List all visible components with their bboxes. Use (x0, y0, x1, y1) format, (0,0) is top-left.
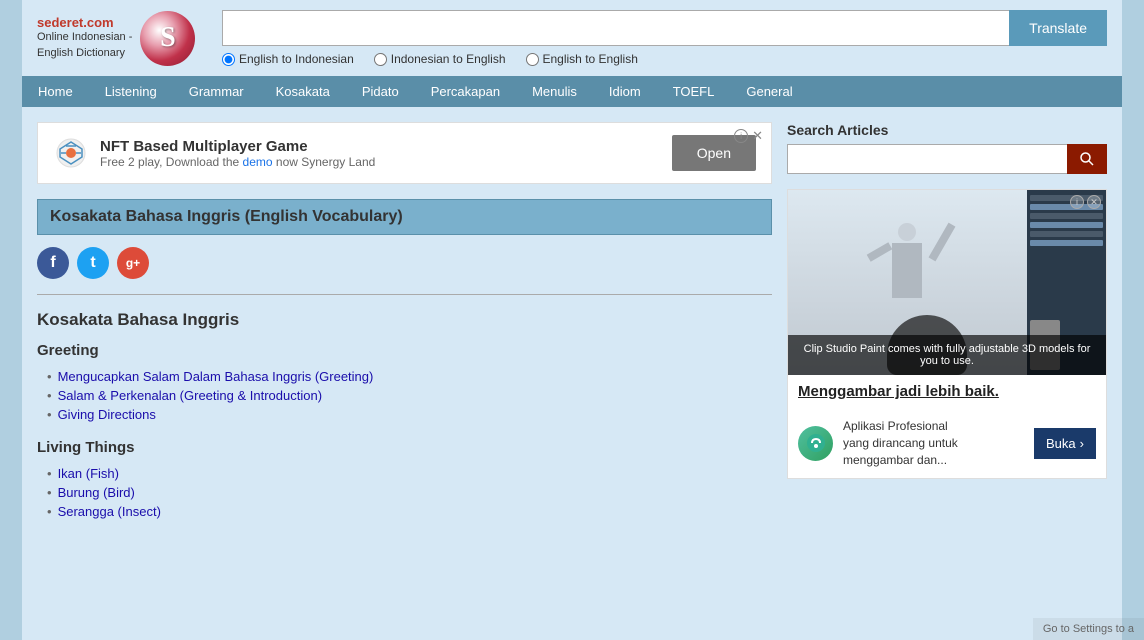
ad-text: NFT Based Multiplayer Game Free 2 play, … (100, 138, 660, 169)
right-ad-close-icon[interactable]: ✕ (1087, 195, 1101, 209)
right-ad-controls: i ✕ (1070, 195, 1101, 209)
ad-title: NFT Based Multiplayer Game (100, 138, 660, 155)
panel-line (1030, 240, 1104, 246)
nav-percakapan[interactable]: Percakapan (415, 76, 516, 107)
left-column: NFT Based Multiplayer Game Free 2 play, … (37, 122, 772, 536)
radio-indonesian-to-english[interactable]: Indonesian to English (374, 52, 506, 66)
nav-pidato[interactable]: Pidato (346, 76, 415, 107)
list-item: Burung (Bird) (47, 483, 772, 502)
figure-head (898, 223, 916, 241)
nav-kosakata[interactable]: Kosakata (260, 76, 346, 107)
search-area: Translate English to Indonesian Indonesi… (222, 10, 1107, 66)
radio-row: English to Indonesian Indonesian to Engl… (222, 52, 1107, 66)
logo-icon: S (140, 11, 195, 66)
right-ad-image: Clip Studio Paint comes with fully adjus… (788, 190, 1106, 375)
list-item: Giving Directions (47, 405, 772, 424)
nav-listening[interactable]: Listening (89, 76, 173, 107)
ad-demo-link[interactable]: demo (243, 155, 273, 169)
site-subtitle: Online Indonesian -English Dictionary (37, 30, 132, 61)
search-input[interactable] (222, 10, 1009, 46)
page-title: Kosakata Bahasa Inggris (English Vocabul… (50, 208, 759, 226)
translate-button[interactable]: Translate (1009, 10, 1107, 46)
right-ad-heading-area: Menggambar jadi lebih baik. (788, 375, 1106, 408)
living-things-heading: Living Things (37, 439, 772, 456)
section-greeting: Greeting Mengucapkan Salam Dalam Bahasa … (37, 342, 772, 424)
search-articles-label: Search Articles (787, 122, 1107, 138)
nav-general[interactable]: General (730, 76, 808, 107)
greeting-heading: Greeting (37, 342, 772, 359)
logo-text-block: sederet.com Online Indonesian -English D… (37, 15, 132, 61)
nav-menulis[interactable]: Menulis (516, 76, 593, 107)
panel-line (1030, 213, 1104, 219)
right-ad-info-icon[interactable]: i (1070, 195, 1084, 209)
radio-label-3: English to English (543, 52, 638, 66)
right-ad-heading[interactable]: Menggambar jadi lebih baik. (798, 383, 999, 400)
main-content: NFT Based Multiplayer Game Free 2 play, … (22, 107, 1122, 551)
greeting-link-3[interactable]: Giving Directions (58, 407, 156, 422)
list-item: Serangga (Insect) (47, 502, 772, 521)
nav-home[interactable]: Home (22, 76, 89, 107)
social-row: f t g+ (37, 247, 772, 279)
panel-line (1030, 231, 1104, 237)
navbar: Home Listening Grammar Kosakata Pidato P… (22, 76, 1122, 107)
twitter-icon[interactable]: t (77, 247, 109, 279)
section-living-things: Living Things Ikan (Fish) Burung (Bird) … (37, 439, 772, 521)
logo-area: sederet.com Online Indonesian -English D… (37, 11, 207, 66)
radio-label-1: English to Indonesian (239, 52, 354, 66)
right-ad-cta-button[interactable]: Buka › (1034, 428, 1096, 459)
content-heading: Kosakata Bahasa Inggris (37, 310, 772, 330)
ad-controls: i ✕ (734, 128, 763, 144)
living-things-list: Ikan (Fish) Burung (Bird) Serangga (Inse… (37, 464, 772, 521)
panel-line (1030, 222, 1104, 228)
radio-english-to-indonesian[interactable]: English to Indonesian (222, 52, 354, 66)
list-item: Salam & Perkenalan (Greeting & Introduct… (47, 386, 772, 405)
googleplus-icon[interactable]: g+ (117, 247, 149, 279)
nav-idiom[interactable]: Idiom (593, 76, 657, 107)
greeting-link-1[interactable]: Mengucapkan Salam Dalam Bahasa Inggris (… (58, 369, 374, 384)
divider (37, 294, 772, 295)
article-search-row (787, 144, 1107, 174)
list-item: Ikan (Fish) (47, 464, 772, 483)
article-search-input[interactable] (787, 144, 1067, 174)
right-ad: Clip Studio Paint comes with fully adjus… (787, 189, 1107, 479)
figure-body (892, 243, 922, 298)
right-ad-logo-icon (798, 426, 833, 461)
living-link-1[interactable]: Ikan (Fish) (58, 466, 119, 481)
list-item: Mengucapkan Salam Dalam Bahasa Inggris (… (47, 367, 772, 386)
article-search-button[interactable] (1067, 144, 1107, 174)
greeting-list: Mengucapkan Salam Dalam Bahasa Inggris (… (37, 367, 772, 424)
site-name-link[interactable]: sederet.com (37, 15, 132, 30)
figure-arm-left (867, 242, 893, 261)
right-column: Search Articles (787, 122, 1107, 536)
ad-banner: NFT Based Multiplayer Game Free 2 play, … (37, 122, 772, 184)
header: sederet.com Online Indonesian -English D… (22, 0, 1122, 76)
radio-label-2: Indonesian to English (391, 52, 506, 66)
ad-brand-icon (53, 136, 88, 171)
search-icon (1080, 152, 1094, 166)
windows-activate-watermark: Go to Settings to a (1033, 618, 1144, 640)
radio-english-to-english[interactable]: English to English (526, 52, 638, 66)
greeting-link-2[interactable]: Salam & Perkenalan (Greeting & Introduct… (58, 388, 322, 403)
figure-arm-right (929, 222, 956, 261)
right-ad-bottom: Aplikasi Profesional yang dirancang untu… (788, 408, 1106, 478)
ad-subtitle: Free 2 play, Download the demo now Syner… (100, 155, 660, 169)
page-title-box: Kosakata Bahasa Inggris (English Vocabul… (37, 199, 772, 235)
living-link-3[interactable]: Serangga (Insect) (58, 504, 161, 519)
nav-toefl[interactable]: TOEFL (657, 76, 731, 107)
search-row: Translate (222, 10, 1107, 46)
nav-grammar[interactable]: Grammar (173, 76, 260, 107)
living-link-2[interactable]: Burung (Bird) (58, 485, 135, 500)
ad-close-icon[interactable]: ✕ (752, 128, 763, 144)
clip-studio-icon (806, 433, 826, 453)
ad-info-icon[interactable]: i (734, 129, 748, 143)
right-ad-caption: Clip Studio Paint comes with fully adjus… (788, 335, 1106, 375)
right-ad-desc: Aplikasi Profesional yang dirancang untu… (843, 418, 1024, 468)
facebook-icon[interactable]: f (37, 247, 69, 279)
